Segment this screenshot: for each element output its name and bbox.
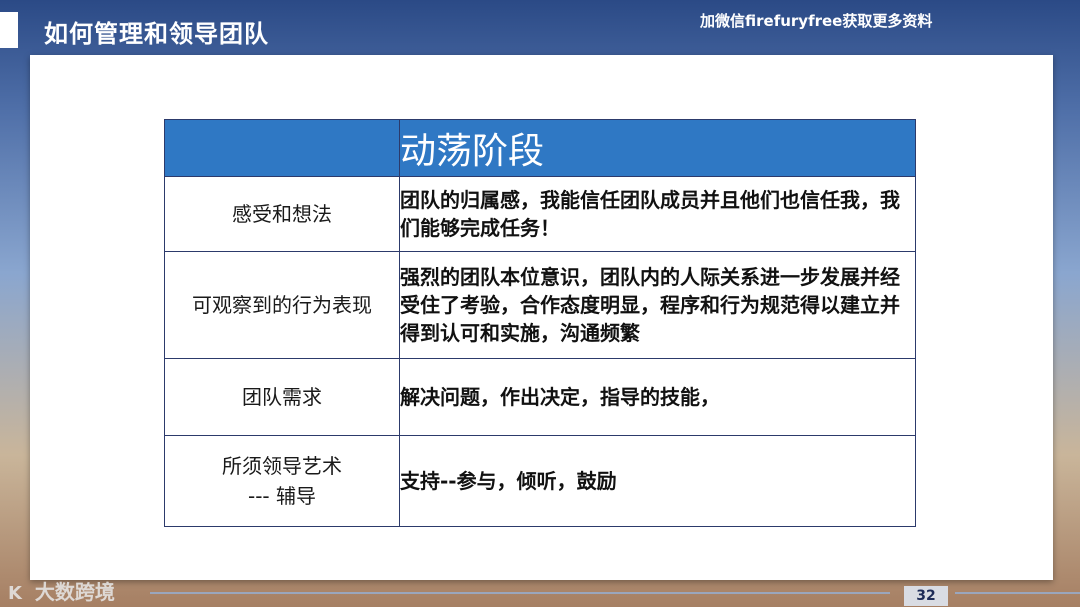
content-card: 动荡阶段 感受和想法 团队的归属感，我能信任团队成员并且他们也信任我，我们能够完… — [30, 55, 1053, 580]
row-label-line2: --- 辅导 — [247, 484, 316, 508]
table-heading: 动荡阶段 — [399, 119, 916, 177]
table-header-row: 动荡阶段 — [164, 119, 916, 177]
row-desc: 支持--参与，倾听，鼓励 — [399, 435, 916, 527]
title-accent-bar — [0, 12, 18, 48]
title-bar: 如何管理和领导团队 加微信firefuryfree获取更多资料 — [0, 0, 1080, 52]
row-label: 感受和想法 — [164, 176, 400, 252]
logo-text: 大数跨境 — [34, 580, 115, 604]
page-number: 32 — [904, 586, 948, 606]
row-label: 团队需求 — [164, 358, 400, 436]
row-label: 可观察到的行为表现 — [164, 251, 400, 359]
logo-icon: K — [8, 583, 22, 604]
row-desc: 团队的归属感，我能信任团队成员并且他们也信任我，我们能够完成任务！ — [399, 176, 916, 252]
stage-table: 动荡阶段 感受和想法 团队的归属感，我能信任团队成员并且他们也信任我，我们能够完… — [164, 119, 916, 527]
row-desc: 强烈的团队本位意识，团队内的人际关系进一步发展并经受住了考验，合作态度明显，程序… — [399, 251, 916, 359]
footer-divider-right — [955, 592, 1080, 594]
table-row: 所须领导艺术 --- 辅导 支持--参与，倾听，鼓励 — [164, 435, 916, 527]
footer-logo: K 大数跨境 — [8, 576, 115, 605]
footer-divider-left — [150, 592, 890, 594]
page-title: 如何管理和领导团队 — [44, 20, 269, 48]
row-label: 所须领导艺术 --- 辅导 — [164, 435, 400, 527]
table-row: 可观察到的行为表现 强烈的团队本位意识，团队内的人际关系进一步发展并经受住了考验… — [164, 251, 916, 359]
table-row: 感受和想法 团队的归属感，我能信任团队成员并且他们也信任我，我们能够完成任务！ — [164, 176, 916, 252]
watermark-text: 加微信firefuryfree获取更多资料 — [700, 12, 933, 30]
table-row: 团队需求 解决问题，作出决定，指导的技能， — [164, 358, 916, 436]
row-desc: 解决问题，作出决定，指导的技能， — [399, 358, 916, 436]
table-header-blank — [164, 119, 400, 177]
row-label-line1: 所须领导艺术 — [222, 454, 342, 478]
